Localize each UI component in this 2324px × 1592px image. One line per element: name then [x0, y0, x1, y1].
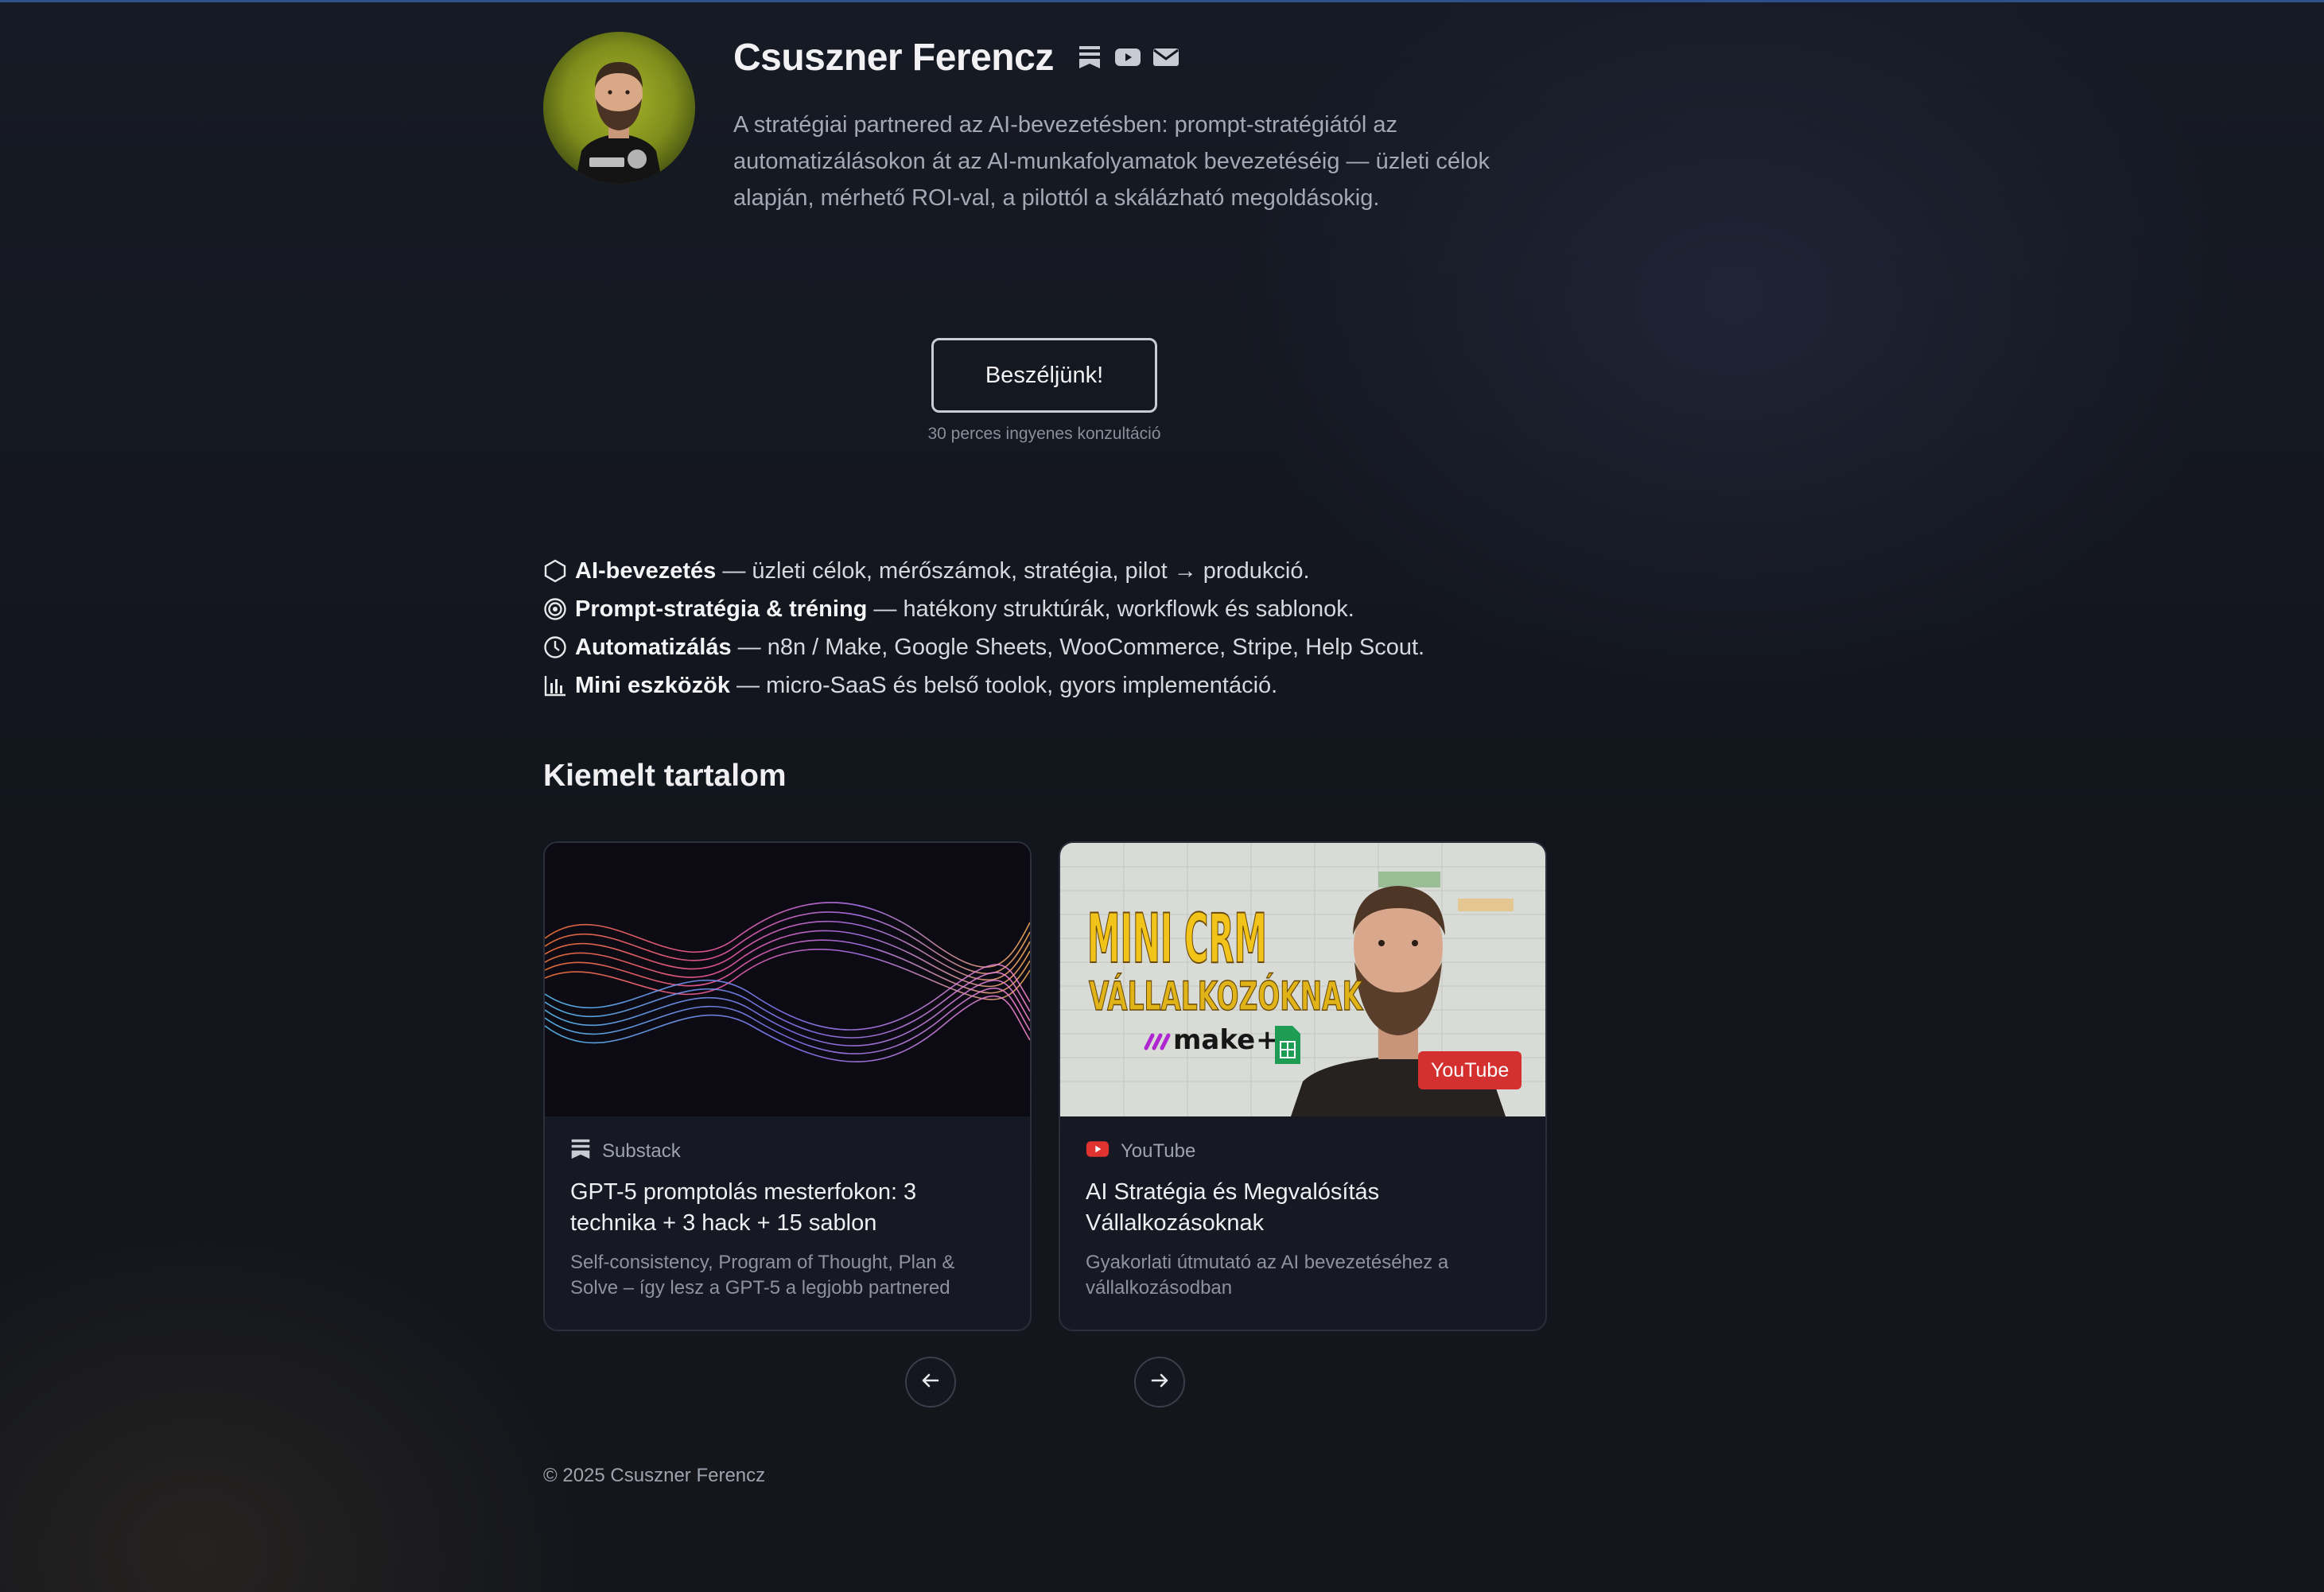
- feature-text: — micro-SaaS és belső toolok, gyors impl…: [730, 672, 1278, 698]
- feature-text: — hatékony struktúrák, workflowk és sabl…: [867, 596, 1354, 622]
- tagline: A stratégiai partnered az AI-bevezetésbe…: [733, 112, 1490, 211]
- thumb-text-subtitle: VÁLLALKOZÓKNAK: [1089, 973, 1363, 1019]
- avatar: [543, 32, 695, 184]
- card-source-label: YouTube: [1121, 1140, 1196, 1162]
- bar-chart-icon: [543, 674, 567, 697]
- card-body: Substack GPT-5 promptolás mesterfokon: 3…: [570, 1137, 1008, 1301]
- feature-item: Mini eszközök — micro-SaaS és belső tool…: [543, 666, 1657, 705]
- youtube-icon: [1086, 1140, 1110, 1164]
- card-thumbnail: [545, 843, 1030, 1116]
- profile-name: Csuszner Ferencz: [733, 36, 1054, 79]
- content-card-substack[interactable]: Substack GPT-5 promptolás mesterfokon: 3…: [543, 841, 1032, 1331]
- card-title[interactable]: AI Stratégia és Megvalósítás Vállalkozás…: [1086, 1177, 1523, 1239]
- card-source-label: Substack: [602, 1140, 681, 1162]
- feature-title: AI-bevezetés: [575, 557, 717, 584]
- feature-item: Prompt-stratégia & tréning — hatékony st…: [543, 590, 1657, 628]
- social-links: [1076, 44, 1179, 71]
- clock-icon: [543, 635, 567, 659]
- youtube-icon[interactable]: [1114, 44, 1141, 71]
- feature-title: Mini eszközök: [575, 672, 730, 698]
- feature-title: Automatizálás: [575, 634, 732, 660]
- card-body: YouTube AI Stratégia és Megvalósítás Vál…: [1086, 1137, 1523, 1301]
- feature-text: — üzleti célok, mérőszámok, stratégia, p…: [716, 557, 1310, 584]
- target-icon: [543, 597, 567, 621]
- feature-title: Prompt-stratégia & tréning: [575, 596, 868, 622]
- card-source: Substack: [570, 1137, 1008, 1166]
- contact-button[interactable]: Beszéljünk!: [931, 338, 1157, 413]
- feature-text: — n8n / Make, Google Sheets, WooCommerce…: [731, 634, 1425, 660]
- substack-icon[interactable]: [1076, 44, 1103, 71]
- carousel-next-button[interactable]: [1134, 1357, 1185, 1408]
- content-card-youtube[interactable]: MINI CRM VÁLLALKOZÓKNAK make + YouTube Y…: [1059, 841, 1547, 1331]
- arrow-left-icon: [920, 1370, 941, 1395]
- card-source: YouTube: [1086, 1137, 1523, 1166]
- mail-icon[interactable]: [1152, 44, 1179, 71]
- top-accent-line: [0, 0, 2324, 2]
- feature-list: AI-bevezetés — üzleti célok, mérőszámok,…: [543, 552, 1657, 705]
- feature-item: Automatizálás — n8n / Make, Google Sheet…: [543, 628, 1657, 666]
- name-row: Csuszner Ferencz: [733, 30, 1179, 84]
- card-title[interactable]: GPT-5 promptolás mesterfokon: 3 technika…: [570, 1177, 1008, 1239]
- hexagon-icon: [543, 559, 567, 583]
- footer-copyright: © 2025 Csuszner Ferencz: [543, 1465, 766, 1486]
- thumb-make: make: [1173, 1024, 1255, 1056]
- card-description: Gyakorlati útmutató az AI bevezetéséhez …: [1086, 1252, 1449, 1299]
- card-description: Self-consistency, Program of Thought, Pl…: [570, 1252, 955, 1299]
- youtube-badge: YouTube: [1418, 1051, 1522, 1089]
- feature-item: AI-bevezetés — üzleti célok, mérőszámok,…: [543, 552, 1657, 590]
- substack-icon: [570, 1138, 591, 1166]
- carousel-prev-button[interactable]: [905, 1357, 956, 1408]
- cta-subtext: 30 perces ingyenes konzultáció: [927, 425, 1161, 443]
- section-title: Kiemelt tartalom: [543, 759, 787, 793]
- google-sheets-icon: [1275, 1026, 1300, 1064]
- arrow-right-icon: [1149, 1370, 1170, 1395]
- thumb-text-mini: MINI CRM: [1087, 899, 1267, 979]
